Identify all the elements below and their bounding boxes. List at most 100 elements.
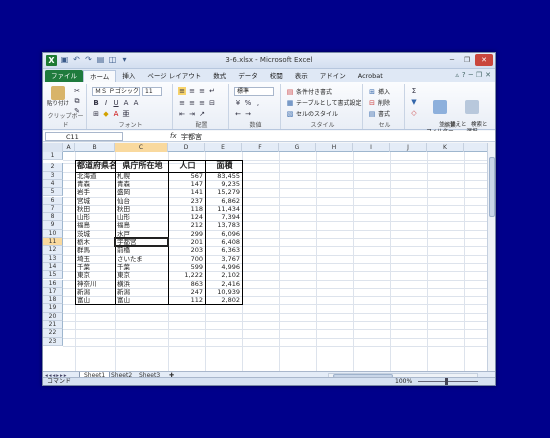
align-bottom-icon[interactable]: ≡ — [198, 87, 206, 95]
cell-styles-button[interactable]: セルのスタイル — [296, 109, 338, 118]
align-middle-icon[interactable]: ≡ — [188, 87, 196, 95]
align-center-icon[interactable]: ≡ — [188, 99, 196, 107]
fill-icon[interactable]: ▼ — [410, 98, 418, 106]
tab-acrobat[interactable]: Acrobat — [352, 70, 389, 82]
row-header-5[interactable]: 5 — [43, 188, 63, 197]
increase-indent-icon[interactable]: ⇥ — [188, 110, 196, 118]
column-header-g[interactable]: G — [279, 143, 316, 152]
row-header-11[interactable]: 11 — [43, 238, 63, 247]
font-color-icon[interactable]: A — [112, 110, 120, 118]
percent-icon[interactable]: % — [244, 99, 252, 107]
row-header-1[interactable]: 1 — [43, 152, 63, 161]
column-header-a[interactable]: A — [63, 143, 75, 152]
column-header-i[interactable]: I — [353, 143, 390, 152]
bold-icon[interactable]: B — [92, 99, 100, 107]
copy-icon[interactable]: ⧉ — [73, 97, 81, 105]
row-header-13[interactable]: 13 — [43, 254, 63, 263]
row-header-15[interactable]: 15 — [43, 271, 63, 280]
tab-file[interactable]: ファイル — [45, 70, 83, 82]
phonetic-icon[interactable]: 亜 — [122, 110, 130, 118]
restore-button[interactable]: ❐ — [460, 54, 474, 66]
row-header-12[interactable]: 12 — [43, 246, 63, 255]
row-header-22[interactable]: 22 — [43, 329, 63, 338]
insert-cells-button[interactable]: 挿入 — [378, 87, 390, 96]
column-header-k[interactable]: K — [427, 143, 464, 152]
tab-page-layout[interactable]: ページ レイアウト — [141, 70, 207, 82]
merge-center-icon[interactable]: ⊟ — [208, 99, 216, 107]
underline-icon[interactable]: U — [112, 99, 120, 107]
row-header-2[interactable]: 2 — [43, 163, 63, 172]
fill-color-icon[interactable]: ◆ — [102, 110, 110, 118]
row-header-6[interactable]: 6 — [43, 196, 63, 205]
align-right-icon[interactable]: ≡ — [198, 99, 206, 107]
row-header-19[interactable]: 19 — [43, 304, 63, 313]
column-header-d[interactable]: D — [168, 143, 205, 152]
minimize-button[interactable]: ─ — [445, 54, 459, 66]
border-icon[interactable]: ⊞ — [92, 110, 100, 118]
font-name-select[interactable]: ＭＳ Ｐゴシック — [92, 87, 140, 96]
zoom-slider-knob[interactable] — [445, 378, 448, 385]
vertical-scroll-thumb[interactable] — [489, 157, 495, 217]
column-header-j[interactable]: J — [390, 143, 427, 152]
decrease-decimal-icon[interactable]: → — [244, 110, 252, 118]
row-header-10[interactable]: 10 — [43, 229, 63, 238]
name-box[interactable]: C11 — [45, 132, 123, 141]
row-header-8[interactable]: 8 — [43, 213, 63, 222]
minimize-ribbon-icon[interactable]: ▵ — [455, 71, 459, 79]
align-left-icon[interactable]: ≡ — [178, 99, 186, 107]
paste-button[interactable]: 貼り付け — [47, 86, 69, 108]
decrease-indent-icon[interactable]: ⇤ — [178, 110, 186, 118]
row-header-18[interactable]: 18 — [43, 296, 63, 305]
currency-icon[interactable]: ¥ — [234, 99, 242, 107]
tab-review[interactable]: 校閲 — [264, 70, 289, 82]
grow-font-icon[interactable]: A — [122, 99, 130, 107]
increase-decimal-icon[interactable]: ← — [234, 110, 242, 118]
tab-view[interactable]: 表示 — [289, 70, 314, 82]
help-icon[interactable]: ? — [462, 71, 466, 79]
delete-cells-button[interactable]: 削除 — [378, 98, 390, 107]
column-header-e[interactable]: E — [205, 143, 242, 152]
insert-function-icon[interactable]: fx — [170, 132, 177, 140]
column-header-h[interactable]: H — [316, 143, 353, 152]
column-header-c[interactable]: C — [115, 143, 168, 152]
close-button[interactable]: ✕ — [475, 54, 493, 66]
wrap-text-icon[interactable]: ↵ — [208, 87, 216, 95]
select-all-corner[interactable] — [43, 143, 63, 152]
row-header-3[interactable]: 3 — [43, 171, 63, 180]
zoom-slider[interactable] — [418, 378, 478, 385]
doc-restore-icon[interactable]: ❐ — [476, 71, 482, 79]
number-format-select[interactable]: 標準 — [234, 87, 274, 96]
shrink-font-icon[interactable]: A — [132, 99, 140, 107]
tab-data[interactable]: データ — [232, 70, 264, 82]
row-header-23[interactable]: 23 — [43, 337, 63, 346]
clear-icon[interactable]: ◇ — [410, 109, 418, 117]
column-header-b[interactable]: B — [75, 143, 115, 152]
align-top-icon[interactable]: ≡ — [178, 87, 186, 95]
italic-icon[interactable]: I — [102, 99, 110, 107]
worksheet-grid[interactable]: ABCDEFGHIJK 1 2 3 4 5 6 7 8 9 10 11 12 13 14 15 16 17 18 1… — [43, 143, 489, 371]
formula-input[interactable]: 宇都宮 — [181, 132, 202, 142]
autosum-icon[interactable]: Σ — [410, 87, 418, 95]
tab-home[interactable]: ホーム — [83, 70, 117, 82]
row-header-7[interactable]: 7 — [43, 204, 63, 214]
orientation-icon[interactable]: ↗ — [198, 110, 206, 118]
conditional-format-button[interactable]: 条件付き書式 — [296, 87, 332, 96]
cut-icon[interactable]: ✂ — [73, 87, 81, 95]
row-header-16[interactable]: 16 — [43, 279, 63, 288]
doc-minimize-icon[interactable]: ─ — [469, 71, 473, 79]
comma-icon[interactable]: , — [254, 99, 262, 107]
row-header-4[interactable]: 4 — [43, 179, 63, 189]
tab-insert[interactable]: 挿入 — [116, 70, 141, 82]
tab-formulas[interactable]: 数式 — [207, 70, 232, 82]
row-header-20[interactable]: 20 — [43, 312, 63, 321]
row-header-17[interactable]: 17 — [43, 287, 63, 297]
zoom-level[interactable]: 100% — [395, 378, 412, 386]
column-header-f[interactable]: F — [242, 143, 279, 152]
vertical-scrollbar[interactable] — [487, 143, 495, 371]
row-header-21[interactable]: 21 — [43, 321, 63, 330]
doc-close-icon[interactable]: ✕ — [485, 71, 491, 79]
format-cells-button[interactable]: 書式 — [378, 109, 390, 118]
format-as-table-button[interactable]: テーブルとして書式設定 — [296, 98, 361, 107]
row-header-9[interactable]: 9 — [43, 221, 63, 230]
font-size-select[interactable]: 11 — [142, 87, 162, 96]
